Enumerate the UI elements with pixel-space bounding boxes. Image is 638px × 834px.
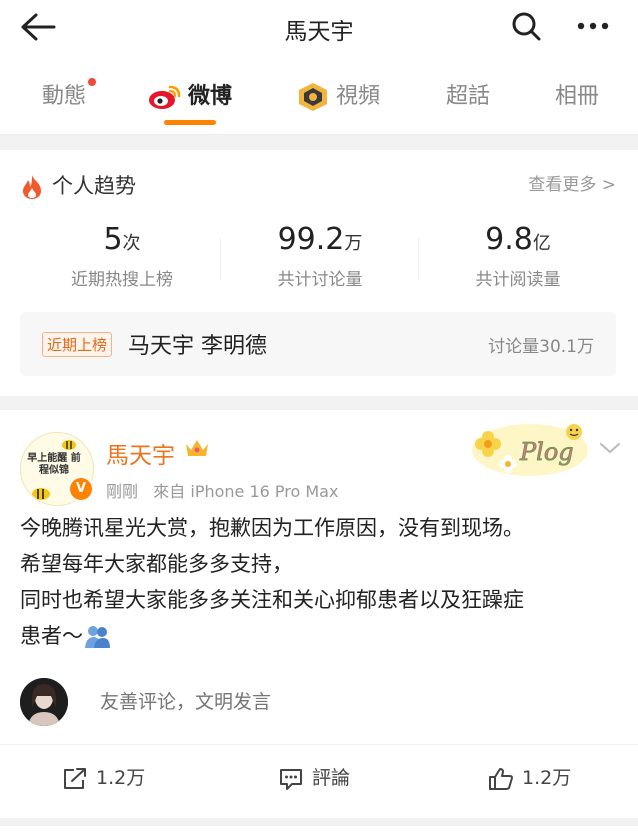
weibo-post: 早上能醒 前程似锦 V 馬天宇 剛剛 來自 iPhone 16 Pro Max … [0,410,638,818]
tab-label: 視頻 [336,84,381,109]
post-line: 今晚腾讯星光大赏，抱歉因为工作原因，没有到现场。 [20,516,524,540]
user-avatar-image [20,678,68,726]
author-name[interactable]: 馬天宇 [106,436,175,470]
tab-weibo[interactable]: 微博 [148,78,233,125]
tab-album[interactable]: 相冊 [555,78,599,118]
stat-unit: 万 [344,233,363,254]
notification-dot [88,78,97,86]
chevron-down-icon[interactable] [598,440,622,456]
post-line: 希望每年大家都能多多支持， [20,552,293,576]
post-actions: 1.2万 評論 1.2万 [0,744,638,805]
thumbs-up-icon [489,767,513,790]
see-more-link[interactable]: 查看更多 > [528,170,616,195]
stat-label: 共计阅读量 [475,270,561,290]
trend-title: 个人趋势 [52,174,136,198]
comment-bar [20,676,638,730]
weibo-logo-icon [149,85,181,109]
tab-super-topic[interactable]: 超話 [446,78,490,118]
like-button[interactable]: 1.2万 [488,763,571,791]
recent-hot-badge: 近期上榜 [42,332,113,357]
tab-label: 相冊 [555,84,600,109]
stat-unit: 次 [122,233,141,254]
stat-hot-search: 5次 近期热搜上榜 [22,222,222,290]
recent-hot-entry[interactable]: 近期上榜 马天宇 李明德 讨论量30.1万 [20,312,616,376]
stat-label: 共计讨论量 [277,270,363,290]
repost-button[interactable]: 1.2万 [62,763,145,791]
tab-label: 微博 [188,84,233,109]
post-line: 患者～ [20,624,83,648]
active-tab-indicator [164,120,216,125]
trend-header: 个人趋势 [20,170,136,200]
plog-sticker: Plog [472,424,588,476]
post-source: 來自 iPhone 16 Pro Max [153,482,339,501]
stat-label: 近期热搜上榜 [71,270,173,290]
avatar-text: 早上能醒 前程似锦 [27,453,81,476]
crown-icon [186,440,208,456]
stat-reads: 9.8亿 共计阅读量 [418,222,618,290]
personal-trend-card: 个人趋势 查看更多 > 5次 近期热搜上榜 99.2万 共计讨论量 9.8亿 共… [0,150,638,396]
hug-emoji-icon [85,626,110,648]
tab-feed[interactable]: 動態 [42,78,97,118]
comment-input[interactable] [82,676,638,728]
stat-value: 9.8 [485,222,533,257]
comment-icon [280,768,302,790]
post-content: 今晚腾讯星光大赏，抱歉因为工作原因，没有到现场。 希望每年大家都能多多支持， 同… [20,510,620,654]
post-meta: 剛剛 來自 iPhone 16 Pro Max [106,478,338,502]
stat-value: 99.2 [277,222,345,257]
tab-label: 超話 [446,84,491,109]
tab-video[interactable]: 視頻 [296,78,380,118]
repost-count: 1.2万 [96,767,146,789]
stat-discussion: 99.2万 共计讨论量 [220,222,420,290]
stat-unit: 亿 [532,233,551,254]
hot-topic-names: 马天宇 李明德 [128,334,267,359]
comment-label: 評論 [312,767,351,789]
user-avatar[interactable] [20,678,68,726]
sticker-text: Plog [519,438,574,466]
bee-icon [32,488,50,500]
post-line: 同时也希望大家能多多关注和关心抑郁患者以及狂躁症 [20,588,524,612]
video-badge-icon [299,83,327,111]
like-count: 1.2万 [522,767,572,789]
profile-tabs: 動態 微博 視頻 超話 相冊 [0,56,638,135]
more-options-icon[interactable] [575,12,611,40]
verified-badge-icon: V [68,476,94,502]
search-icon[interactable] [510,10,542,42]
page-title: 馬天宇 [284,19,354,45]
repost-icon [64,767,86,789]
post-time: 剛剛 [106,482,139,501]
bee-icon [62,440,76,450]
next-post-edge [0,826,638,834]
hot-topic-count: 讨论量30.1万 [488,337,594,357]
comment-button[interactable]: 評論 [278,763,350,791]
top-bar: 馬天宇 [0,0,638,56]
tab-label: 動態 [42,84,87,109]
stat-value: 5 [103,222,123,257]
flame-icon [23,175,41,199]
